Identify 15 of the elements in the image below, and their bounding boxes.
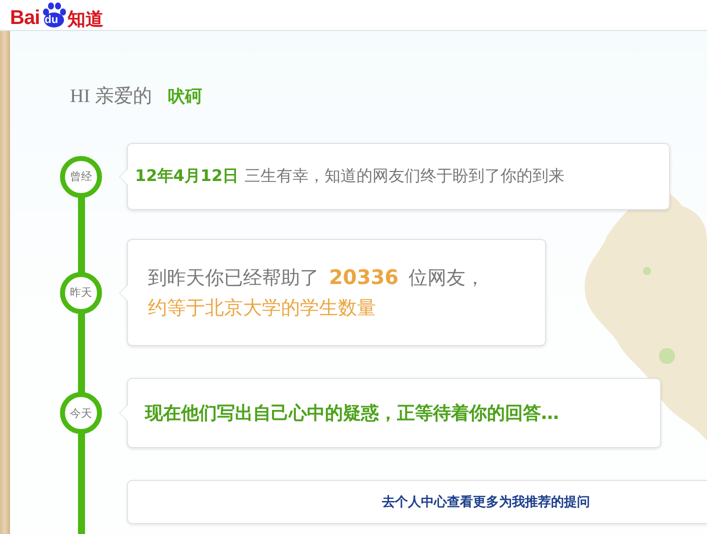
join-date: 12年4月12日 (135, 166, 239, 187)
user-name: 吠砢 (168, 86, 202, 108)
welcome-text: 三生有幸，知道的网友们终于盼到了你的到来 (244, 166, 565, 187)
logo[interactable]: Bai du 知道 (10, 2, 104, 28)
timeline-marker: 曾经 (60, 156, 102, 198)
comparison-text: 约等于北京大学的学生数量 (148, 296, 376, 321)
help-count: 20336 (329, 264, 399, 291)
recommendations-link[interactable]: 去个人中心查看更多为我推荐的提问 (382, 493, 590, 511)
timeline-marker: 今天 (60, 392, 102, 434)
help-text: 到昨天你已经帮助了 (148, 266, 319, 291)
greeting-text: HI 亲爱的 (70, 85, 152, 109)
prompt-text: 现在他们写出自己心中的疑惑，正等待着你的回答… (145, 403, 559, 424)
timeline-marker: 昨天 (60, 272, 102, 314)
help-unit: 位网友， (408, 266, 485, 291)
paw-icon (40, 2, 67, 28)
